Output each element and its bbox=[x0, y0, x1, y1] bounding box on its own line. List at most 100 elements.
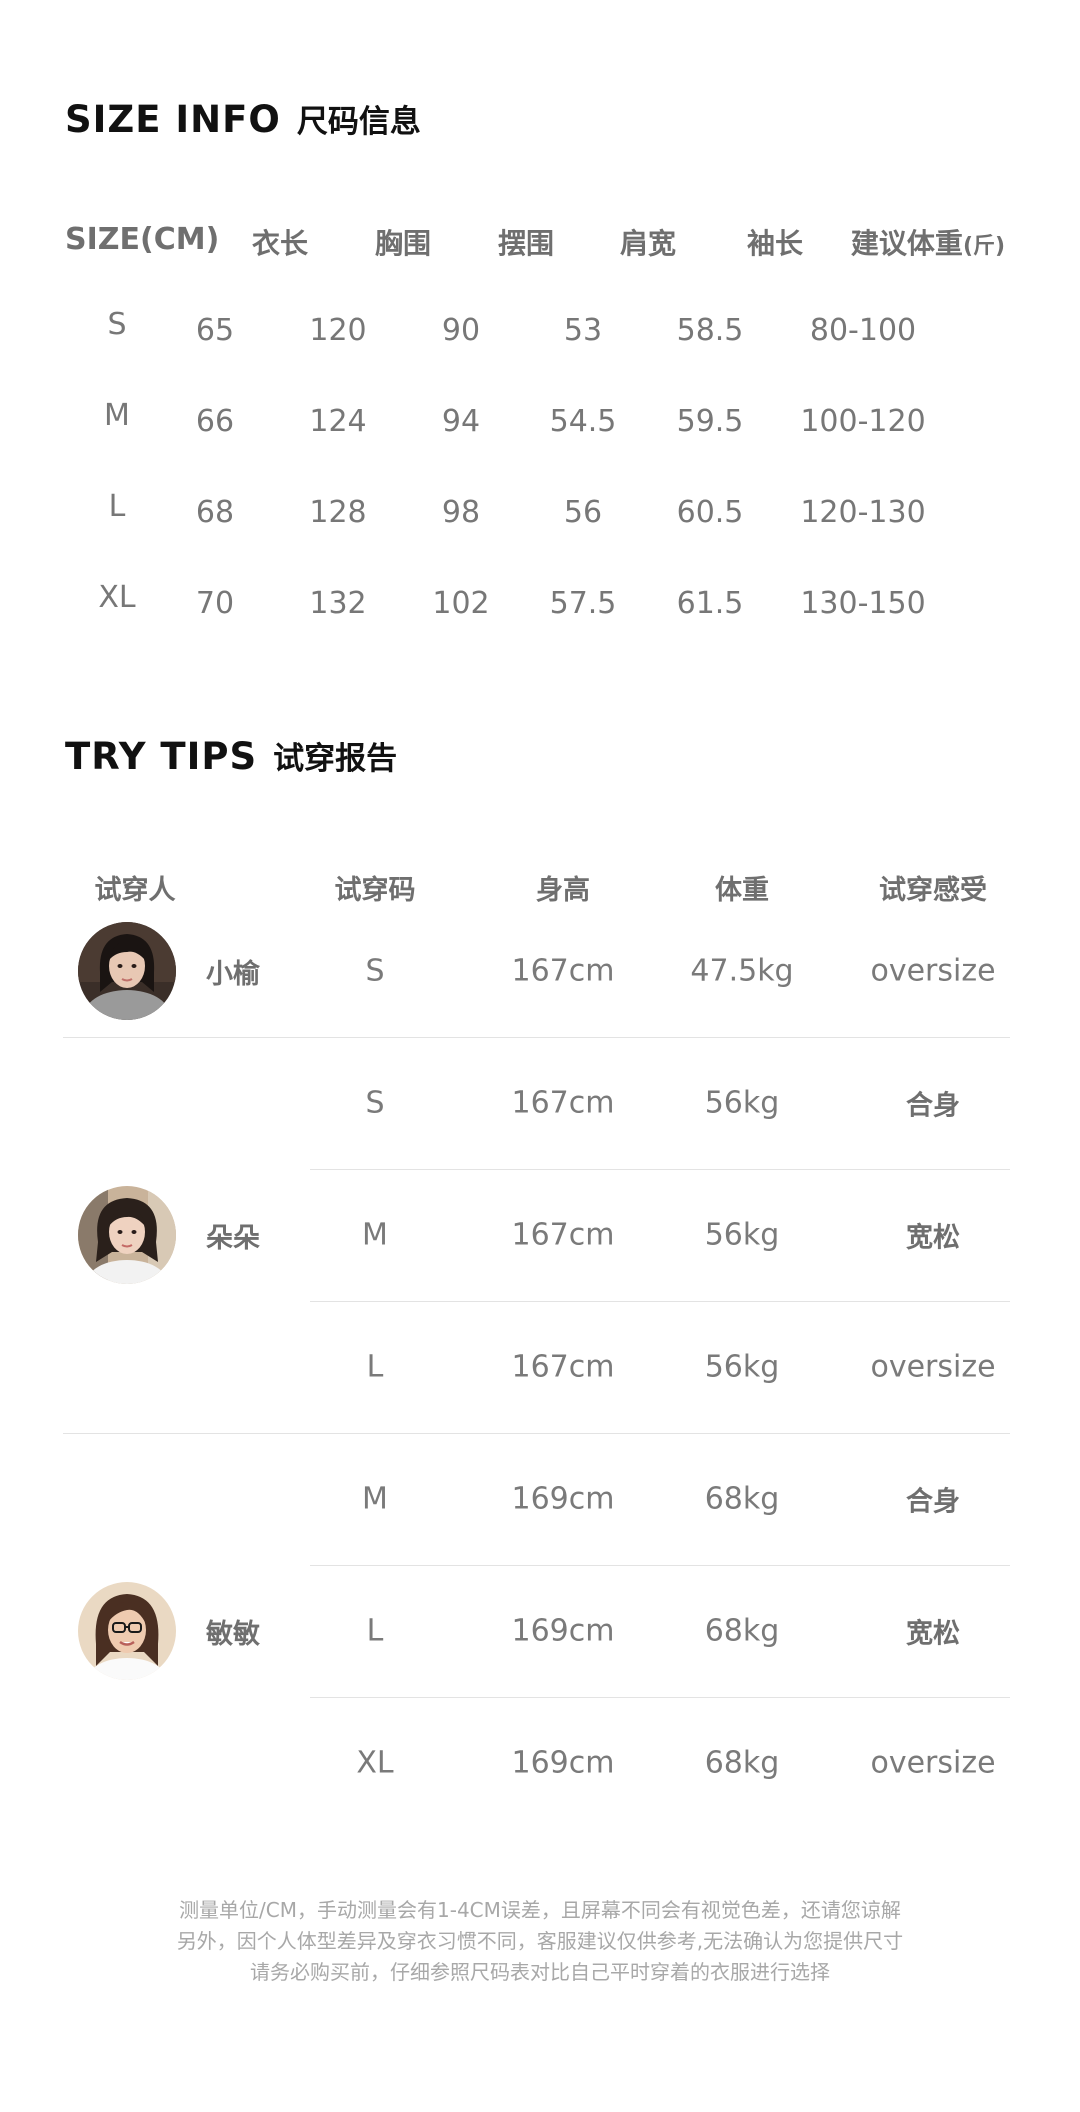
try-size-value: M bbox=[362, 1481, 388, 1517]
fit-row: L 167cm 56kg oversize bbox=[0, 1301, 1080, 1433]
shoulder-value: 53 bbox=[563, 313, 603, 348]
size-row: S 65 120 90 53 58.5 80-100 bbox=[65, 307, 1015, 404]
tester: 敏敏 bbox=[78, 1582, 260, 1680]
header-hem: 摆围 bbox=[497, 227, 555, 260]
header-shoulder: 肩宽 bbox=[619, 227, 677, 260]
fit-row: S 167cm 56kg 合身 bbox=[0, 1037, 1080, 1169]
sleeve-value: 59.5 bbox=[676, 404, 744, 439]
avatar bbox=[78, 922, 176, 1020]
header-body-weight: 体重 bbox=[715, 875, 769, 906]
header-length: 衣长 bbox=[251, 227, 309, 260]
feeling-value: oversize bbox=[870, 953, 996, 989]
feeling-value: 合身 bbox=[906, 1486, 960, 1518]
header-weight-label: 建议体重 bbox=[850, 227, 963, 260]
length-value: 68 bbox=[195, 495, 235, 530]
size-info-title-cn: 尺码信息 bbox=[296, 104, 421, 140]
size-row: XL 70 132 102 57.5 61.5 130-150 bbox=[65, 580, 1015, 677]
body-weight-value: 68kg bbox=[704, 1613, 780, 1649]
header-size: SIZE(CM) bbox=[65, 222, 220, 257]
try-tips-title-cn: 试穿报告 bbox=[273, 741, 398, 777]
avatar bbox=[78, 1582, 176, 1680]
length-value: 66 bbox=[195, 404, 235, 439]
size-table-header: SIZE(CM) 衣长 胸围 摆围 肩宽 袖长 建议体重(斤) bbox=[65, 222, 1015, 313]
weight-range-value: 80-100 bbox=[809, 313, 917, 348]
body-weight-value: 47.5kg bbox=[690, 953, 794, 989]
try-size-value: S bbox=[365, 1085, 385, 1121]
size-info-title: SIZE INFO 尺码信息 bbox=[65, 96, 421, 141]
footnote: 测量单位/CM，手动测量会有1-4CM误差，且屏幕不同会有视觉色差，还请您谅解 … bbox=[0, 1895, 1080, 1988]
shoulder-value: 57.5 bbox=[549, 586, 617, 621]
tester-name: 朵朵 bbox=[206, 1222, 260, 1254]
feeling-value: 宽松 bbox=[906, 1222, 960, 1254]
height-value: 167cm bbox=[511, 1349, 615, 1385]
length-value: 70 bbox=[195, 586, 235, 621]
try-size-value: M bbox=[362, 1217, 388, 1253]
try-size-value: L bbox=[366, 1349, 384, 1385]
try-tips-title-en: TRY TIPS bbox=[65, 735, 258, 778]
weight-range-value: 100-120 bbox=[800, 404, 926, 439]
tester: 朵朵 bbox=[78, 1186, 260, 1284]
weight-range-value: 130-150 bbox=[800, 586, 926, 621]
size-row: M 66 124 94 54.5 59.5 100-120 bbox=[65, 398, 1015, 495]
height-value: 169cm bbox=[511, 1613, 615, 1649]
body-weight-value: 68kg bbox=[704, 1481, 780, 1517]
try-size-value: L bbox=[366, 1613, 384, 1649]
size-name: L bbox=[108, 489, 126, 524]
height-value: 169cm bbox=[511, 1745, 615, 1781]
fit-row: XL 169cm 68kg oversize bbox=[0, 1697, 1080, 1829]
avatar bbox=[78, 1186, 176, 1284]
size-row: L 68 128 98 56 60.5 120-130 bbox=[65, 489, 1015, 586]
size-name: S bbox=[107, 307, 127, 342]
header-height: 身高 bbox=[536, 875, 590, 906]
chest-value: 120 bbox=[309, 313, 367, 348]
try-table-header: 试穿人 试穿码 身高 体重 试穿感受 bbox=[0, 868, 1080, 908]
sleeve-value: 58.5 bbox=[676, 313, 744, 348]
feeling-value: 合身 bbox=[906, 1090, 960, 1122]
try-size-value: XL bbox=[356, 1745, 394, 1781]
try-tips-title: TRY TIPS 试穿报告 bbox=[65, 733, 397, 778]
feeling-value: oversize bbox=[870, 1745, 996, 1781]
height-value: 167cm bbox=[511, 1085, 615, 1121]
footnote-line-3: 请务必购买前，仔细参照尺码表对比自己平时穿着的衣服进行选择 bbox=[250, 1960, 830, 1984]
hem-value: 102 bbox=[432, 586, 490, 621]
sleeve-value: 61.5 bbox=[676, 586, 744, 621]
header-weight-unit: (斤) bbox=[962, 234, 1006, 259]
sleeve-value: 60.5 bbox=[676, 495, 744, 530]
tester-name: 小榆 bbox=[206, 958, 260, 990]
header-chest: 胸围 bbox=[374, 227, 432, 260]
body-weight-value: 68kg bbox=[704, 1745, 780, 1781]
chest-value: 128 bbox=[309, 495, 367, 530]
header-tester: 试穿人 bbox=[94, 875, 176, 906]
feeling-value: 宽松 bbox=[906, 1618, 960, 1650]
size-name: XL bbox=[98, 580, 136, 615]
header-weight: 建议体重(斤) bbox=[851, 222, 1005, 262]
footnote-line-1: 测量单位/CM，手动测量会有1-4CM误差，且屏幕不同会有视觉色差，还请您谅解 bbox=[179, 1898, 901, 1922]
body-weight-value: 56kg bbox=[704, 1349, 780, 1385]
height-value: 167cm bbox=[511, 953, 615, 989]
height-value: 169cm bbox=[511, 1481, 615, 1517]
header-try-size: 试穿码 bbox=[334, 875, 416, 906]
hem-value: 90 bbox=[441, 313, 481, 348]
size-name: M bbox=[104, 398, 130, 433]
chest-value: 132 bbox=[309, 586, 367, 621]
feeling-value: oversize bbox=[870, 1349, 996, 1385]
try-size-value: S bbox=[365, 953, 385, 989]
body-weight-value: 56kg bbox=[704, 1217, 780, 1253]
height-value: 167cm bbox=[511, 1217, 615, 1253]
shoulder-value: 56 bbox=[563, 495, 603, 530]
size-table: SIZE(CM) 衣长 胸围 摆围 肩宽 袖长 建议体重(斤) S 65 120 90… bbox=[65, 222, 1015, 677]
footnote-line-2: 另外，因个人体型差异及穿衣习惯不同，客服建议仅供参考,无法确认为您提供尺寸 bbox=[176, 1929, 904, 1953]
body-weight-value: 56kg bbox=[704, 1085, 780, 1121]
hem-value: 98 bbox=[441, 495, 481, 530]
chest-value: 124 bbox=[309, 404, 367, 439]
tester: 小榆 bbox=[78, 922, 260, 1020]
fit-row: M 169cm 68kg 合身 bbox=[0, 1433, 1080, 1565]
size-info-title-en: SIZE INFO bbox=[65, 98, 281, 141]
length-value: 65 bbox=[195, 313, 235, 348]
header-sleeve: 袖长 bbox=[746, 227, 804, 260]
header-feeling: 试穿感受 bbox=[879, 875, 987, 906]
tester-name: 敏敏 bbox=[206, 1618, 260, 1650]
hem-value: 94 bbox=[441, 404, 481, 439]
weight-range-value: 120-130 bbox=[800, 495, 926, 530]
shoulder-value: 54.5 bbox=[549, 404, 617, 439]
